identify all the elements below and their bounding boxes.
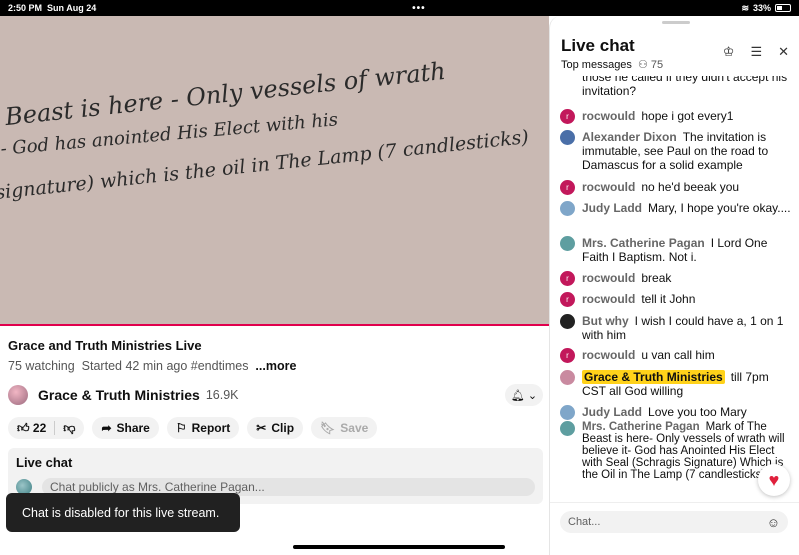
user-avatar: r — [560, 180, 575, 195]
message-author: Judy Ladd — [582, 405, 643, 419]
user-avatar: r — [560, 348, 575, 363]
user-avatar: r — [560, 292, 575, 307]
message-author: rocwould — [582, 348, 636, 362]
chat-input[interactable]: Chat... ☺ — [560, 511, 788, 533]
message-author: rocwould — [582, 271, 636, 285]
chat-message[interactable]: But why I wish I could have a, 1 on 1 wit… — [560, 314, 792, 342]
live-chat-panel: Live chat Top messages ⚇ 75 ♔ ☰ ✕ those … — [549, 16, 799, 555]
person-icon: ⚇ — [637, 59, 648, 71]
close-icon[interactable]: ✕ — [778, 44, 789, 60]
user-avatar — [560, 421, 575, 436]
share-icon: ➦ — [101, 421, 112, 435]
like-dislike-group: 👍︎ 22 👎︎ — [8, 417, 85, 439]
chat-message[interactable]: Judy Ladd Mary, I hope you're okay.... — [560, 201, 792, 216]
more-link[interactable]: ...more — [255, 359, 296, 373]
chat-footer: Chat... ☺ — [550, 502, 799, 555]
chat-message[interactable]: Grace & Truth Ministries till 7pm CST all… — [560, 370, 792, 398]
user-avatar: r — [560, 109, 575, 124]
flag-icon: ⚐ — [175, 421, 187, 435]
save-button[interactable]: 🔖︎ Save — [311, 417, 378, 439]
battery-icon — [775, 4, 791, 12]
message-author: Mrs. Catherine Pagan — [582, 236, 705, 250]
owner-avatar — [560, 370, 575, 385]
message-author: But why — [582, 314, 629, 328]
clip-button[interactable]: ✂ Clip — [247, 417, 304, 439]
viewer-count: ⚇ 75 — [637, 59, 664, 71]
chat-message[interactable]: Judy Ladd Love you too Mary — [560, 405, 792, 420]
live-chat-preview-title: Live chat — [16, 455, 73, 470]
chat-message[interactable]: r rocwould break — [560, 271, 792, 286]
message-author: rocwould — [582, 292, 636, 306]
bookmark-icon: 🔖︎ — [320, 421, 336, 435]
user-avatar — [560, 314, 575, 329]
chat-message[interactable]: r rocwould no he'd beeak you — [560, 180, 792, 195]
owner-author-badge: Grace & Truth Ministries — [582, 370, 725, 384]
user-avatar: r — [560, 271, 575, 286]
scissors-icon: ✂ — [256, 421, 267, 435]
chat-mode-selector[interactable]: Top messages — [561, 59, 632, 71]
live-progress-bar[interactable] — [0, 324, 549, 326]
chat-messages[interactable]: those he called if they didn't accept hi… — [550, 76, 799, 504]
dislike-button[interactable]: 👎︎ — [63, 421, 75, 436]
like-button[interactable]: 👍︎ 22 — [17, 421, 46, 436]
chat-message[interactable]: r rocwould tell it John — [560, 292, 792, 307]
wifi-icon: ≋ — [741, 2, 749, 13]
subscriber-count: 16.9K — [205, 388, 239, 402]
home-indicator[interactable] — [293, 545, 505, 549]
emoji-icon[interactable]: ☺ — [767, 515, 780, 530]
chat-message: those he called if they didn't accept hi… — [582, 76, 788, 98]
heart-icon: ♥ — [768, 469, 780, 490]
report-button[interactable]: ⚐ Report — [166, 417, 240, 439]
heart-reaction-button[interactable]: ♥ — [758, 464, 790, 496]
chat-message[interactable]: Mrs. Catherine Pagan Mark of The Beast is… — [560, 421, 792, 481]
user-avatar — [560, 236, 575, 251]
video-details: Grace and Truth Ministries Live 75 watch… — [8, 332, 543, 504]
user-avatar — [560, 201, 575, 216]
like-count: 22 — [32, 420, 47, 435]
chat-header: Live chat Top messages ⚇ 75 ♔ ☰ ✕ — [561, 36, 789, 76]
hashtag-link[interactable]: #endtimes — [191, 359, 249, 373]
chat-message[interactable]: Mrs. Catherine Pagan I Lord One Faith I B… — [560, 236, 792, 264]
video-player[interactable]: Beast is here - Only vessels of wrath - … — [0, 16, 549, 324]
divider — [54, 421, 56, 435]
video-title: Grace and Truth Ministries Live — [8, 338, 202, 353]
chat-message[interactable]: r rocwould hope i got every1 — [560, 109, 792, 124]
user-avatar — [560, 405, 575, 420]
thumbs-down-icon: 👎︎ — [63, 420, 76, 435]
settings-sliders-icon[interactable]: ☰ — [750, 44, 762, 60]
user-avatar — [560, 130, 575, 145]
chevron-down-icon: ⌄ — [527, 389, 538, 402]
message-author: Mrs. Catherine Pagan — [582, 421, 700, 433]
chat-disabled-toast: Chat is disabled for this live stream. — [6, 493, 240, 532]
share-button[interactable]: ➦ Share — [92, 417, 159, 439]
drag-handle[interactable] — [662, 21, 690, 24]
action-bar: 👍︎ 22 👎︎ ➦ Share ⚐ Report ✂ Clip 🔖︎ Save — [8, 417, 543, 439]
status-time: 2:50 PM Sun Aug 24 — [8, 3, 97, 13]
chat-message[interactable]: Alexander Dixon The invitation is immutab… — [560, 130, 792, 172]
bell-icon: 🔔︎ — [510, 389, 525, 402]
channel-row[interactable]: Grace & Truth Ministries 16.9K 🔔︎ ⌄ — [8, 383, 543, 407]
video-meta[interactable]: 75 watching Started 42 min ago #endtimes… — [8, 359, 543, 373]
chat-message[interactable]: r rocwould u van call him — [560, 348, 792, 363]
message-author: rocwould — [582, 109, 636, 123]
message-author: Judy Ladd — [582, 201, 643, 215]
multitask-dots-icon[interactable]: ••• — [412, 3, 426, 14]
channel-name[interactable]: Grace & Truth Ministries — [38, 387, 200, 403]
thumbs-up-icon: 👍︎ — [17, 420, 30, 435]
message-author: Alexander Dixon — [582, 130, 677, 144]
status-bar: 2:50 PM Sun Aug 24 ••• ≋ 33% — [0, 0, 799, 16]
notification-bell-button[interactable]: 🔔︎ ⌄ — [505, 384, 543, 406]
message-author: rocwould — [582, 180, 636, 194]
channel-avatar[interactable] — [8, 385, 28, 405]
battery-percent: 33% — [752, 3, 771, 13]
crown-icon[interactable]: ♔ — [723, 44, 735, 60]
